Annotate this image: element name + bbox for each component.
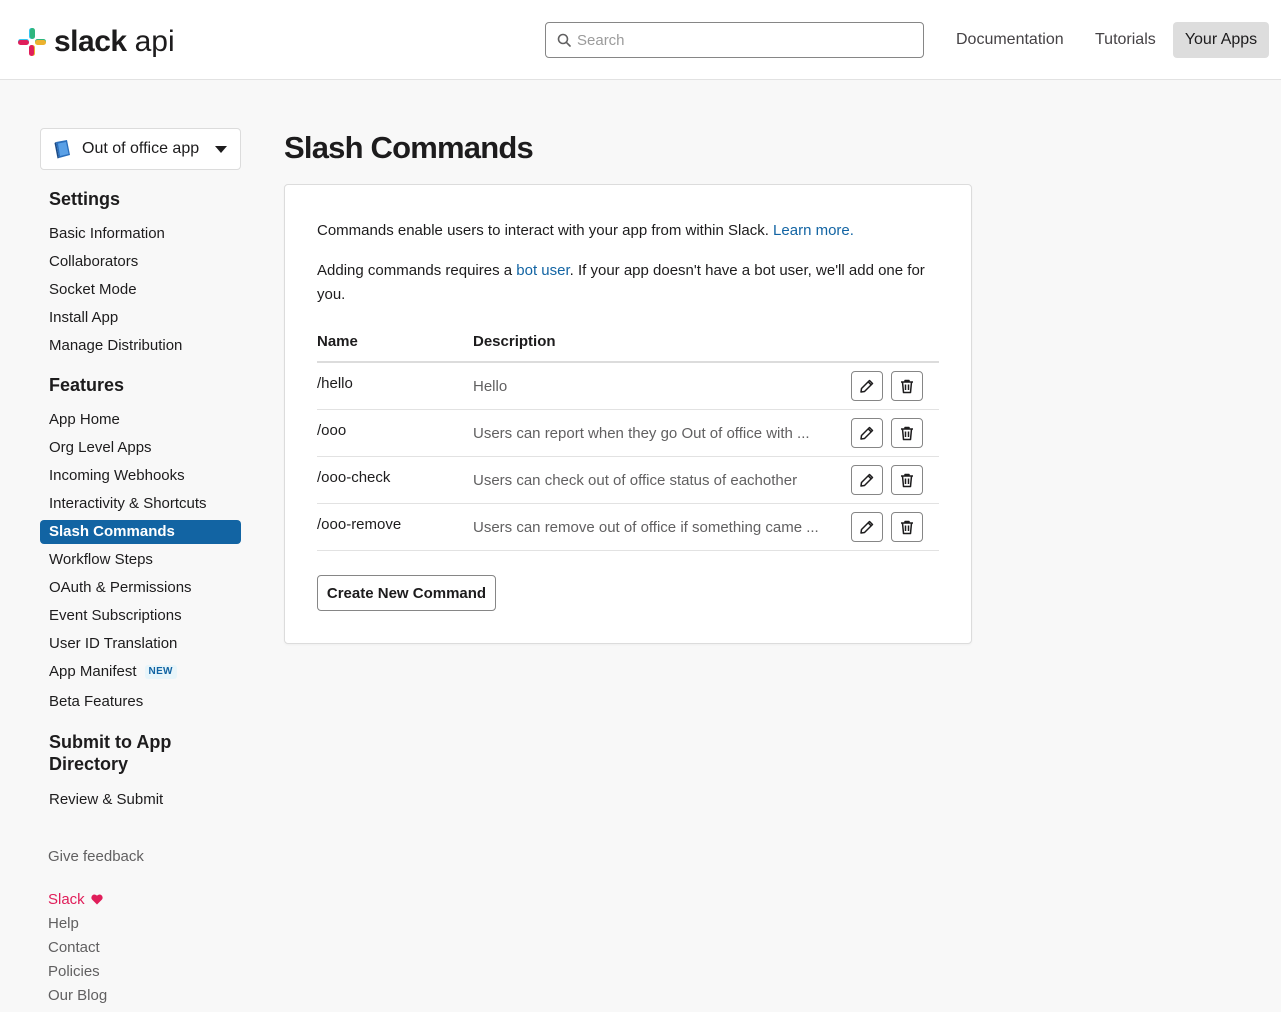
bot-user-link[interactable]: bot user <box>516 262 569 279</box>
features-heading: Features <box>49 375 125 395</box>
table-row: /ooo-remove Users can remove out of offi… <box>317 504 939 551</box>
delete-button[interactable] <box>891 512 923 542</box>
nav-your-apps[interactable]: Your Apps <box>1173 22 1269 58</box>
top-navigation-bar: slack api Documentation Tutorials Your A… <box>0 0 1281 80</box>
sidebar: Out of office app Settings Basic Informa… <box>40 128 241 1008</box>
bot-text-before: Adding commands requires a <box>317 262 513 279</box>
caret-down-icon <box>215 145 227 153</box>
command-description: Users can remove out of office if someth… <box>473 519 819 536</box>
sidebar-item-socket-mode[interactable]: Socket Mode <box>40 278 241 302</box>
bot-user-paragraph: Adding commands requires a bot user. If … <box>317 259 942 307</box>
footer-slack-link[interactable]: Slack <box>40 888 241 912</box>
sidebar-item-basic-information[interactable]: Basic Information <box>40 222 241 246</box>
app-name: Out of office app <box>82 140 200 157</box>
trash-icon <box>901 473 913 488</box>
delete-button[interactable] <box>891 418 923 448</box>
submit-heading: Submit to App Directory <box>40 731 241 775</box>
trash-icon <box>901 379 913 394</box>
learn-more-link[interactable]: Learn more. <box>773 222 854 239</box>
slack-api-logo[interactable]: slack api <box>18 25 175 58</box>
footer-blog-link[interactable]: Our Blog <box>40 984 241 1008</box>
edit-button[interactable] <box>851 371 883 401</box>
footer-policies-link[interactable]: Policies <box>40 960 241 984</box>
sidebar-item-oauth-permissions[interactable]: OAuth & Permissions <box>40 576 241 600</box>
app-book-icon <box>54 140 70 159</box>
sidebar-item-app-home[interactable]: App Home <box>40 408 241 432</box>
column-header-description: Description <box>473 333 556 350</box>
pencil-icon <box>860 473 874 487</box>
delete-button[interactable] <box>891 465 923 495</box>
create-new-command-button[interactable]: Create New Command <box>317 575 496 611</box>
search-icon <box>557 33 571 47</box>
sidebar-item-user-id-translation[interactable]: User ID Translation <box>40 632 241 656</box>
edit-button[interactable] <box>851 465 883 495</box>
edit-button[interactable] <box>851 512 883 542</box>
sidebar-item-manage-distribution[interactable]: Manage Distribution <box>40 334 241 358</box>
footer-slack-label: Slack <box>48 891 85 908</box>
table-row: /hello Hello <box>317 363 939 410</box>
logo-api-text: api <box>134 25 175 58</box>
sidebar-item-app-manifest-label: App Manifest <box>49 663 137 680</box>
pencil-icon <box>860 426 874 440</box>
app-selector-dropdown[interactable]: Out of office app <box>40 128 241 170</box>
search-box[interactable] <box>545 22 924 58</box>
nav-documentation[interactable]: Documentation <box>944 22 1076 58</box>
command-name: /ooo-remove <box>317 516 402 533</box>
command-name: /ooo <box>317 422 347 439</box>
heart-icon <box>91 894 103 905</box>
sidebar-item-install-app[interactable]: Install App <box>40 306 241 330</box>
trash-icon <box>901 520 913 535</box>
pencil-icon <box>860 379 874 393</box>
command-name: /ooo-check <box>317 469 391 486</box>
give-feedback-link[interactable]: Give feedback <box>40 845 241 869</box>
sidebar-item-event-subscriptions[interactable]: Event Subscriptions <box>40 604 241 628</box>
slack-logo-icon <box>18 28 46 56</box>
sidebar-item-slash-commands[interactable]: Slash Commands <box>40 520 241 544</box>
sidebar-item-app-manifest[interactable]: App Manifest NEW <box>40 660 241 684</box>
sidebar-item-beta-features[interactable]: Beta Features <box>40 690 241 714</box>
pencil-icon <box>860 520 874 534</box>
edit-button[interactable] <box>851 418 883 448</box>
command-description: Hello <box>473 378 508 395</box>
new-badge: NEW <box>144 665 177 680</box>
commands-table: Name Description /hello Hello /ooo Users… <box>317 327 939 551</box>
intro-paragraph: Commands enable users to interact with y… <box>317 219 942 243</box>
footer-help-link[interactable]: Help <box>40 912 241 936</box>
command-name: /hello <box>317 375 353 392</box>
logo-wordmark: slack <box>54 25 127 58</box>
sidebar-item-collaborators[interactable]: Collaborators <box>40 250 241 274</box>
command-description: Users can report when they go Out of off… <box>473 425 810 442</box>
intro-text: Commands enable users to interact with y… <box>317 222 769 239</box>
trash-icon <box>901 426 913 441</box>
nav-tutorials[interactable]: Tutorials <box>1083 22 1168 58</box>
table-header: Name Description <box>317 327 939 363</box>
settings-heading: Settings <box>49 189 121 209</box>
sidebar-item-incoming-webhooks[interactable]: Incoming Webhooks <box>40 464 241 488</box>
slash-commands-card: Commands enable users to interact with y… <box>284 184 972 644</box>
submit-heading-line2: Directory <box>49 754 129 774</box>
delete-button[interactable] <box>891 371 923 401</box>
command-description: Users can check out of office status of … <box>473 472 798 489</box>
page-title: Slash Commands <box>284 130 534 165</box>
submit-heading-line1: Submit to App <box>49 732 172 752</box>
table-row: /ooo-check Users can check out of office… <box>317 457 939 504</box>
sidebar-item-review-submit[interactable]: Review & Submit <box>40 788 241 812</box>
sidebar-item-org-level-apps[interactable]: Org Level Apps <box>40 436 241 460</box>
table-row: /ooo Users can report when they go Out o… <box>317 410 939 457</box>
column-header-name: Name <box>317 333 358 350</box>
sidebar-item-interactivity-shortcuts[interactable]: Interactivity & Shortcuts <box>40 492 241 516</box>
search-input[interactable] <box>577 31 897 49</box>
footer-contact-link[interactable]: Contact <box>40 936 241 960</box>
sidebar-item-workflow-steps[interactable]: Workflow Steps <box>40 548 241 572</box>
